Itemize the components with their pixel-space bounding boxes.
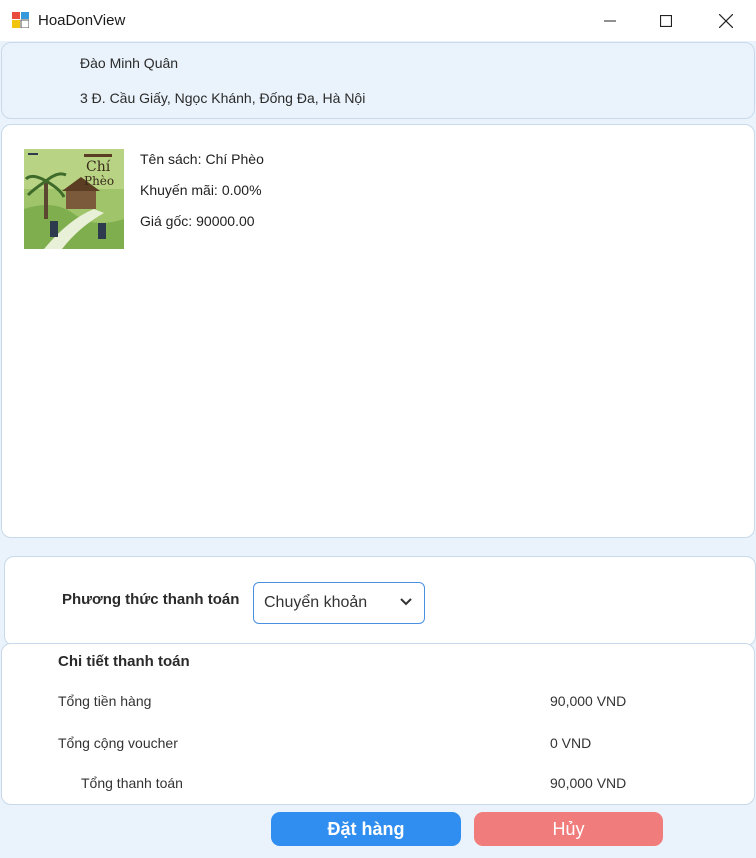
- cancel-button[interactable]: Hủy: [474, 812, 663, 846]
- chevron-down-icon: [400, 598, 412, 606]
- svg-text:Chí: Chí: [86, 159, 111, 175]
- maximize-button[interactable]: [637, 0, 695, 41]
- subtotal-label: Tổng tiền hàng: [58, 693, 152, 709]
- subtotal-value: 90,000 VND: [550, 693, 627, 709]
- minimize-button[interactable]: [581, 0, 639, 41]
- customer-panel: Đào Minh Quân 3 Đ. Cầu Giấy, Ngọc Khánh,…: [1, 42, 755, 119]
- maximize-icon: [660, 14, 672, 27]
- customer-name: Đào Minh Quân: [80, 55, 179, 71]
- app-icon: [12, 12, 30, 29]
- place-order-button[interactable]: Đặt hàng: [271, 812, 461, 846]
- window-title: HoaDonView: [38, 12, 126, 29]
- book-price-label: Giá gốc:: [140, 213, 193, 229]
- voucher-value: 0 VND: [550, 735, 592, 751]
- close-button[interactable]: [697, 0, 755, 41]
- book-cover-image: Chí Phèo: [24, 149, 124, 249]
- book-discount-label: Khuyến mãi:: [140, 182, 218, 198]
- payment-method-value: Chuyển khoản: [264, 594, 368, 611]
- book-title: Chí Phèo: [205, 151, 264, 167]
- close-icon: [719, 13, 733, 28]
- book-title-row: Tên sách: Chí Phèo: [140, 151, 264, 167]
- book-discount: 0.00%: [221, 182, 262, 198]
- voucher-label: Tổng cộng voucher: [58, 735, 178, 751]
- book-discount-row: Khuyến mãi: 0.00%: [140, 182, 262, 198]
- total-label: Tổng thanh toán: [81, 775, 183, 791]
- order-items-panel: Chí Phèo Tên sách: Chí Phèo Khuyến mãi: …: [1, 124, 755, 538]
- book-price-row: Giá gốc: 90000.00: [140, 213, 255, 229]
- payment-method-panel: Phương thức thanh toán Chuyển khoản: [4, 556, 756, 646]
- payment-details-title: Chi tiết thanh toán: [58, 653, 190, 670]
- book-price: 90000.00: [196, 213, 255, 229]
- svg-text:Phèo: Phèo: [84, 174, 114, 188]
- payment-details-panel: Chi tiết thanh toán Tổng tiền hàng 90,00…: [1, 643, 755, 805]
- total-value: 90,000 VND: [550, 775, 627, 791]
- title-bar: HoaDonView: [0, 0, 756, 41]
- book-title-label: Tên sách:: [140, 151, 202, 167]
- payment-method-label: Phương thức thanh toán: [62, 591, 240, 608]
- customer-address: 3 Đ. Cầu Giấy, Ngọc Khánh, Đống Đa, Hà N…: [80, 90, 366, 106]
- minimize-icon: [604, 20, 616, 21]
- payment-method-select[interactable]: Chuyển khoản: [253, 582, 425, 624]
